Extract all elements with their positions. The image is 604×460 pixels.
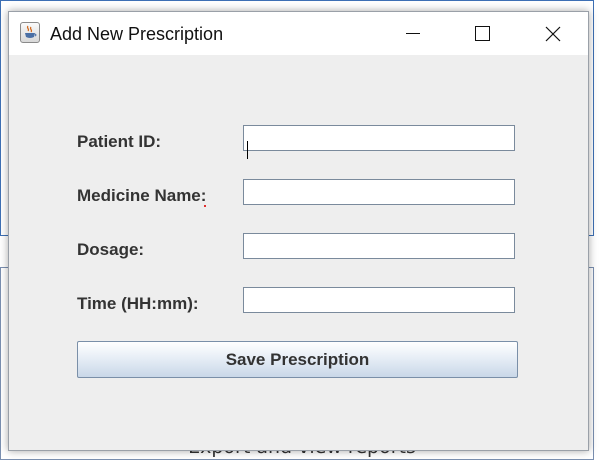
spellcheck-marker bbox=[204, 205, 206, 207]
dosage-input[interactable] bbox=[243, 233, 515, 259]
maximize-icon[interactable] bbox=[458, 12, 504, 55]
save-prescription-button[interactable]: Save Prescription bbox=[77, 341, 518, 378]
java-cup-icon bbox=[20, 22, 40, 43]
text-caret bbox=[247, 141, 248, 159]
time-label: Time (HH:mm): bbox=[77, 294, 199, 313]
time-input[interactable] bbox=[243, 287, 515, 313]
dosage-label: Dosage: bbox=[77, 240, 145, 259]
patient-id-label: Patient ID: bbox=[77, 132, 162, 151]
window-title: Add New Prescription bbox=[50, 24, 224, 44]
title-bar[interactable]: Add New Prescription bbox=[9, 12, 588, 55]
add-prescription-dialog: Add New Prescription Patient ID: Medicin… bbox=[8, 11, 589, 451]
medicine-name-input[interactable] bbox=[243, 179, 515, 205]
close-icon[interactable] bbox=[529, 12, 575, 55]
medicine-name-label: Medicine Name: bbox=[77, 186, 207, 205]
minimize-icon[interactable] bbox=[389, 12, 435, 55]
patient-id-input[interactable] bbox=[243, 125, 515, 151]
